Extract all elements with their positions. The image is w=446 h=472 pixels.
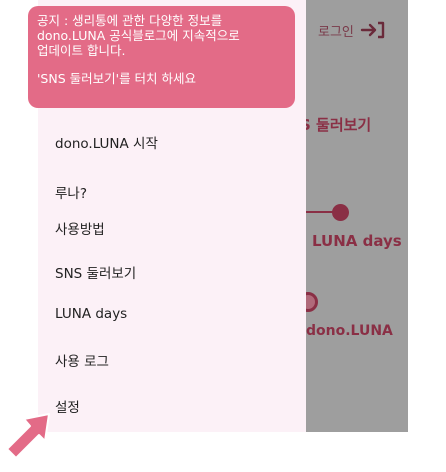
background-login-button: 로그인	[318, 20, 386, 40]
login-arrow-icon	[360, 20, 386, 40]
menu-item-sns[interactable]: SNS 둘러보기	[55, 262, 136, 282]
menu-item-start[interactable]: dono.LUNA 시작	[55, 132, 158, 152]
background-timeline-dot	[332, 204, 349, 221]
notice-line-3: 업데이트 합니다.	[37, 43, 126, 58]
notice-banner[interactable]: 공지 : 생리통에 관한 다양한 정보를 dono.LUNA 공식블로그에 지속…	[28, 6, 295, 108]
menu-item-about-luna[interactable]: 루나?	[55, 182, 87, 202]
background-dono-luna-label: dono.LUNA	[306, 323, 393, 339]
notice-line-2: dono.LUNA 공식블로그에 지속적으로	[37, 28, 240, 43]
notice-hint: 'SNS 둘러보기'를 터치 하세요	[37, 71, 197, 86]
notice-line-1: 공지 : 생리통에 관한 다양한 정보를	[37, 13, 223, 28]
background-luna-days-label: LUNA days	[312, 232, 402, 250]
pointer-arrow-icon	[6, 413, 50, 459]
menu-item-luna-days[interactable]: LUNA days	[55, 306, 127, 322]
background-login-label: 로그인	[318, 24, 354, 40]
menu-item-usage-log[interactable]: 사용 로그	[55, 350, 109, 370]
menu-item-how-to-use[interactable]: 사용방법	[55, 218, 105, 238]
background-sns-label: S 둘러보기	[300, 116, 372, 134]
